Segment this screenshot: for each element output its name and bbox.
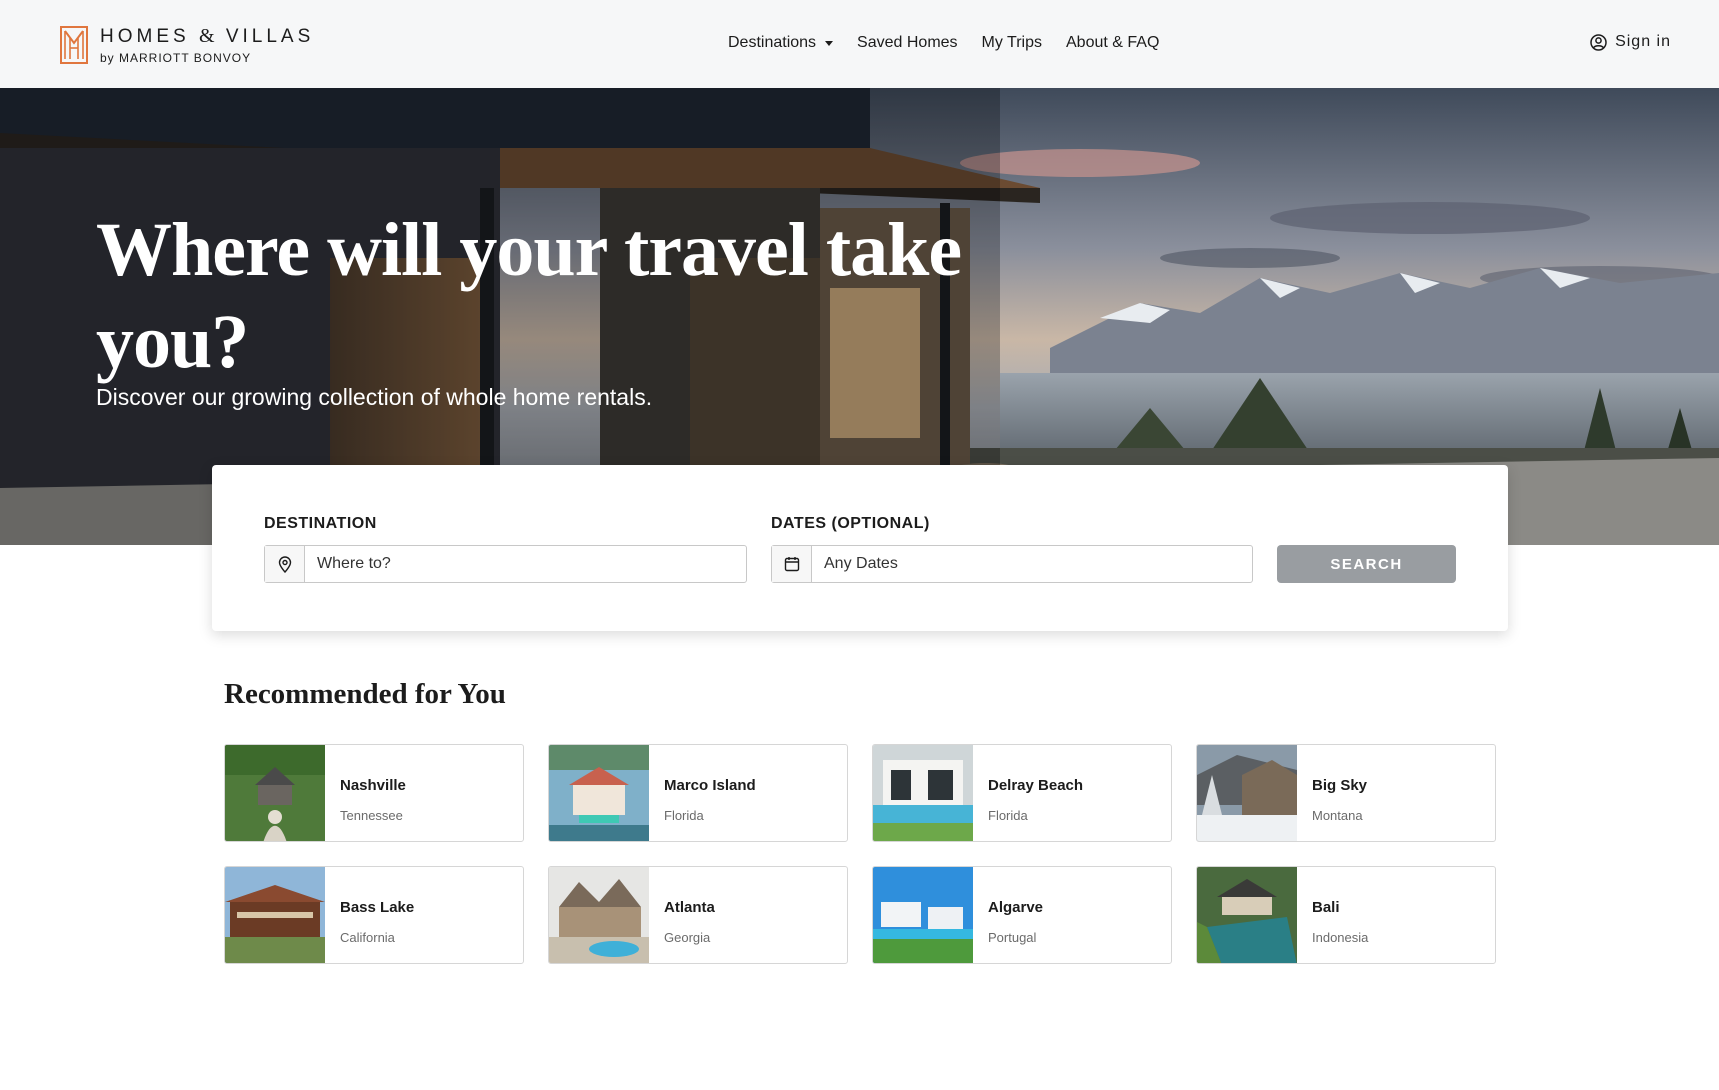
recommended-heading: Recommended for You [224, 678, 506, 710]
destination-city: Marco Island [664, 777, 756, 794]
destination-card-atlanta[interactable]: Atlanta Georgia [548, 866, 848, 964]
chevron-down-icon [825, 40, 834, 46]
destination-label: DESTINATION [264, 515, 377, 532]
hero-title: Where will your travel take you? [96, 208, 962, 384]
nav-item-label: My Trips [981, 34, 1042, 51]
destination-card-algarve[interactable]: Algarve Portugal [872, 866, 1172, 964]
dates-input[interactable] [812, 546, 1252, 582]
destination-city: Bass Lake [340, 899, 415, 916]
user-circle-icon [1590, 33, 1607, 51]
destination-region: Portugal [988, 930, 1037, 945]
brand-name-part1: HOMES [100, 26, 190, 47]
delray-beach-photo [873, 745, 973, 841]
calendar-icon [772, 546, 812, 582]
destination-card-bali[interactable]: Bali Indonesia [1196, 866, 1496, 964]
bali-photo [1197, 867, 1297, 963]
destination-card-marco-island[interactable]: Marco Island Florida [548, 744, 848, 842]
destination-city: Atlanta [664, 899, 715, 916]
algarve-photo [873, 867, 973, 963]
brand-logo[interactable]: HOMES & VILLAS by MARRIOTT BONVOY [60, 26, 314, 64]
destination-region: Florida [664, 808, 704, 823]
destination-region: Georgia [664, 930, 711, 945]
destination-card-big-sky[interactable]: Big Sky Montana [1196, 744, 1496, 842]
bass-lake-photo [225, 867, 325, 963]
search-button[interactable]: SEARCH [1277, 545, 1456, 583]
marco-island-photo [549, 745, 649, 841]
atlanta-photo [549, 867, 649, 963]
destination-region: Tennessee [340, 808, 403, 823]
destination-card-nashville[interactable]: Nashville Tennessee [224, 744, 524, 842]
nav-item-label: Destinations [728, 34, 817, 51]
brand-tagline: by MARRIOTT BONVOY [100, 51, 252, 65]
destination-city: Big Sky [1312, 777, 1368, 794]
search-panel: DESTINATION DATES (OPTIONAL) SEARCH [212, 465, 1508, 631]
destination-city: Bali [1312, 899, 1340, 916]
nav-item-about-faq[interactable]: About & FAQ [1066, 34, 1159, 52]
destination-input[interactable] [305, 546, 746, 582]
destination-region: Florida [988, 808, 1028, 823]
destination-region: California [340, 930, 395, 945]
dates-label: DATES (OPTIONAL) [771, 515, 930, 532]
destination-region: Montana [1312, 808, 1363, 823]
destination-city: Algarve [988, 899, 1044, 916]
nav-item-destinations[interactable]: Destinations [728, 34, 834, 52]
destination-card-delray-beach[interactable]: Delray Beach Florida [872, 744, 1172, 842]
main-nav: Destinations Saved Homes My Trips About … [728, 34, 1183, 52]
nav-item-my-trips[interactable]: My Trips [982, 34, 1042, 52]
recommended-grid: Nashville Tennessee Marco Island Florida [224, 744, 1496, 964]
destination-region: Indonesia [1312, 930, 1369, 945]
map-pin-icon [265, 546, 305, 582]
big-sky-photo [1197, 745, 1297, 841]
destination-city: Delray Beach [988, 777, 1084, 794]
sign-in-button[interactable]: Sign in [1590, 33, 1671, 51]
nav-item-label: Saved Homes [857, 34, 958, 51]
sign-in-label: Sign in [1615, 33, 1671, 50]
brand-name-amp: & [198, 25, 217, 47]
destination-city: Nashville [340, 777, 406, 794]
hero-subtitle: Discover our growing collection of whole… [96, 384, 653, 410]
nashville-photo [225, 745, 325, 841]
brand-name: HOMES & VILLAS [100, 26, 314, 46]
dates-field[interactable] [771, 545, 1253, 583]
nav-item-saved-homes[interactable]: Saved Homes [857, 34, 958, 52]
logo-mark-icon [60, 26, 88, 64]
destination-field[interactable] [264, 545, 747, 583]
site-header: HOMES & VILLAS by MARRIOTT BONVOY Destin… [0, 0, 1719, 88]
nav-item-label: About & FAQ [1066, 34, 1160, 51]
destination-card-bass-lake[interactable]: Bass Lake California [224, 866, 524, 964]
brand-name-part2: VILLAS [225, 26, 315, 47]
